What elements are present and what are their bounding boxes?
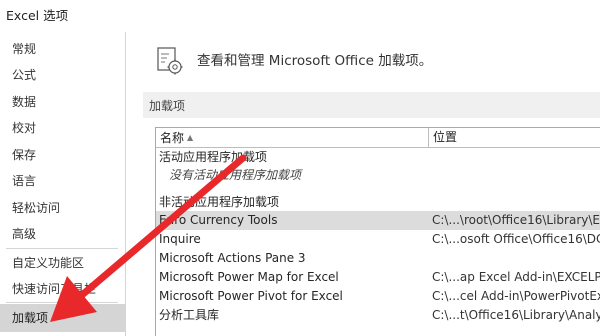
sidebar-item-accessibility[interactable]: 轻松访问 (0, 195, 125, 221)
add-ins-gear-icon (157, 47, 183, 75)
sidebar-item-save[interactable]: 保存 (0, 142, 125, 168)
sidebar-item-formulas[interactable]: 公式 (0, 62, 125, 88)
group-header-inactive: 非活动应用程序加载项 (156, 193, 600, 212)
sidebar-item-add-ins[interactable]: 加载项 (0, 304, 125, 332)
sidebar-item-advanced[interactable]: 高级 (0, 221, 125, 247)
add-in-name: Inquire (159, 232, 201, 246)
add-in-location: C:\...cel Add-in\PowerPivotExc (432, 289, 600, 303)
table-row[interactable]: Euro Currency Tools C:\...\root\Office16… (156, 211, 600, 230)
empty-text: 没有活动应用程序加载项 (169, 168, 302, 182)
window-title: Excel 选项 (6, 8, 69, 23)
table-row[interactable]: 分析工具库 C:\...t\Office16\Library\Analysi (156, 306, 600, 325)
add-in-location: C:\...ap Excel Add-in\EXCELPLU (432, 270, 600, 284)
group-header-active: 活动应用程序加载项 (156, 148, 600, 167)
page-header: 查看和管理 Microsoft Office 加载项。 (197, 53, 433, 69)
sidebar-nav: 常规 公式 数据 校对 保存 语言 轻松访问 高级 自定义功能区 快速访问工具栏… (0, 32, 126, 336)
add-in-name: Microsoft Actions Pane 3 (159, 251, 306, 265)
sidebar-item-customize-ribbon[interactable]: 自定义功能区 (0, 250, 125, 276)
add-in-location: C:\...t\Office16\Library\Analysi (432, 308, 600, 322)
sidebar-item-quick-access-toolbar[interactable]: 快速访问工具栏 (0, 276, 125, 302)
sidebar-item-data[interactable]: 数据 (0, 89, 125, 115)
group-title: 活动应用程序加载项 (159, 150, 268, 164)
add-in-name: Microsoft Power Pivot for Excel (159, 289, 343, 303)
add-in-location: C:\...\root\Office16\Library\EU (432, 213, 600, 227)
column-header-name-label: 名称 (160, 131, 185, 145)
column-header-name[interactable]: 名称 ▲ (156, 128, 429, 147)
main-panel: 查看和管理 Microsoft Office 加载项。 加载项 名称 ▲ 位置 活… (127, 32, 600, 336)
add-ins-table: 名称 ▲ 位置 活动应用程序加载项 没有活动应用程序加载项 非活动应用程序加载项 … (155, 127, 600, 336)
sidebar-item-proofing[interactable]: 校对 (0, 115, 125, 141)
sidebar-item-language[interactable]: 语言 (0, 168, 125, 194)
empty-row: 没有活动应用程序加载项 (156, 166, 600, 185)
section-header: 加载项 (143, 92, 600, 118)
column-header-location[interactable]: 位置 (429, 128, 600, 147)
group-title: 非活动应用程序加载项 (159, 195, 280, 209)
table-row[interactable]: Microsoft Actions Pane 3 (156, 249, 600, 268)
table-row[interactable]: Inquire C:\...osoft Office\Office16\DCF (156, 230, 600, 249)
table-row[interactable]: Microsoft Power Map for Excel C:\...ap E… (156, 268, 600, 287)
table-row[interactable]: Microsoft Power Pivot for Excel C:\...ce… (156, 287, 600, 306)
sort-ascending-icon: ▲ (187, 133, 194, 142)
sidebar-divider (6, 302, 118, 303)
table-header: 名称 ▲ 位置 (156, 128, 600, 148)
sidebar-divider (6, 248, 118, 249)
section-title: 加载项 (149, 99, 186, 113)
sidebar-item-general[interactable]: 常规 (0, 36, 125, 62)
add-in-name: Euro Currency Tools (159, 213, 278, 227)
add-in-location: C:\...osoft Office\Office16\DCF (432, 232, 600, 246)
add-in-name: 分析工具库 (159, 308, 220, 322)
add-in-name: Microsoft Power Map for Excel (159, 270, 339, 284)
title-bar: Excel 选项 (0, 0, 600, 30)
